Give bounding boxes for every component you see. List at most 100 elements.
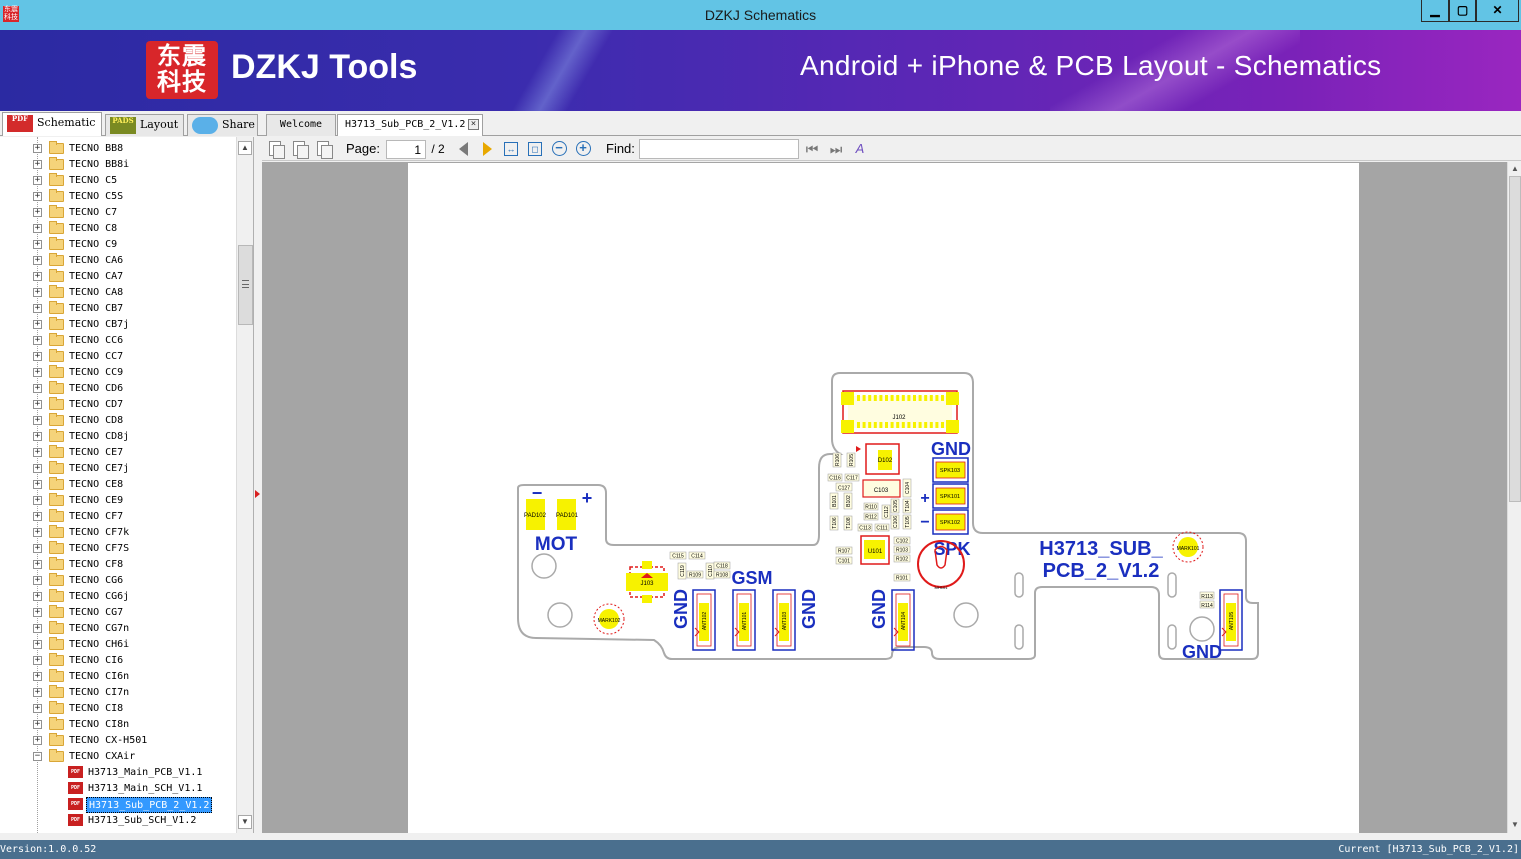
scrollbar-thumb[interactable] — [1509, 176, 1521, 502]
tree-folder-item[interactable]: + TECNO CG6 — [0, 573, 236, 589]
expand-icon[interactable]: + — [33, 736, 42, 745]
expand-icon[interactable]: + — [33, 288, 42, 297]
expand-icon[interactable]: + — [33, 656, 42, 665]
expand-icon[interactable]: + — [33, 208, 42, 217]
fit-page-icon[interactable]: ◻ — [526, 140, 544, 158]
previous-page-icon[interactable] — [454, 140, 472, 158]
close-tab-icon[interactable]: × — [468, 119, 479, 130]
collapse-arrow-icon[interactable] — [255, 490, 260, 498]
expand-icon[interactable]: + — [33, 256, 42, 265]
next-page-icon[interactable] — [478, 140, 496, 158]
tree-folder-item[interactable]: + TECNO CA6 — [0, 253, 236, 269]
tab-layout[interactable]: PADS Layout — [105, 114, 184, 136]
tree-folder-item[interactable]: + TECNO CG7 — [0, 605, 236, 621]
tree-folder-item[interactable]: + TECNO CF7k — [0, 525, 236, 541]
tree-folder-item[interactable]: + TECNO BB8 — [0, 141, 236, 157]
expand-icon[interactable]: + — [33, 352, 42, 361]
zoom-out-icon[interactable]: − — [550, 140, 568, 158]
tree-folder-item[interactable]: + TECNO CA7 — [0, 269, 236, 285]
tree-folder-item[interactable]: + TECNO C9 — [0, 237, 236, 253]
tree-folder-item[interactable]: + TECNO CE7j — [0, 461, 236, 477]
scroll-down-arrow-icon[interactable]: ▼ — [1509, 820, 1521, 830]
tab-share[interactable]: Share — [187, 114, 258, 136]
continuous-page-icon[interactable] — [314, 140, 333, 159]
expand-icon[interactable]: + — [33, 576, 42, 585]
find-previous-icon[interactable]: ⏮ — [803, 140, 821, 158]
expand-icon[interactable]: + — [33, 304, 42, 313]
tree-folder-item[interactable]: + TECNO CC9 — [0, 365, 236, 381]
tree-folder-item[interactable]: + TECNO CB7j — [0, 317, 236, 333]
expand-icon[interactable]: + — [33, 416, 42, 425]
tree-folder-item[interactable]: + TECNO CG6j — [0, 589, 236, 605]
doc-tab-current[interactable]: H3713_Sub_PCB_2_V1.2 × — [337, 114, 483, 136]
tree-file-item[interactable]: PDF H3713_Sub_SCH_V1.2 — [0, 813, 236, 829]
tree-folder-item[interactable]: + TECNO CD8j — [0, 429, 236, 445]
expand-icon[interactable]: + — [33, 144, 42, 153]
expand-icon[interactable]: + — [33, 528, 42, 537]
doc-tab-welcome[interactable]: Welcome — [266, 114, 336, 136]
expand-icon[interactable]: + — [33, 704, 42, 713]
tree-folder-item[interactable]: + TECNO CI8 — [0, 701, 236, 717]
tree-folder-item[interactable]: + TECNO CI6n — [0, 669, 236, 685]
expand-icon[interactable]: + — [33, 544, 42, 553]
single-page-icon[interactable] — [266, 140, 285, 159]
expand-icon[interactable]: + — [33, 464, 42, 473]
expand-icon[interactable]: + — [33, 384, 42, 393]
expand-icon[interactable]: + — [33, 512, 42, 521]
expand-icon[interactable]: + — [33, 192, 42, 201]
tree-folder-item[interactable]: + TECNO CG7n — [0, 621, 236, 637]
tree-folder-item[interactable]: + TECNO CF7 — [0, 509, 236, 525]
expand-icon[interactable]: + — [33, 480, 42, 489]
find-next-icon[interactable]: ⏭ — [827, 140, 845, 158]
expand-icon[interactable]: + — [33, 592, 42, 601]
expand-icon[interactable]: + — [33, 624, 42, 633]
scroll-down-arrow-icon[interactable]: ▼ — [238, 815, 252, 829]
tree-folder-item[interactable]: + TECNO CA8 — [0, 285, 236, 301]
tree-folder-item[interactable]: + TECNO C5S — [0, 189, 236, 205]
expand-icon[interactable]: + — [33, 640, 42, 649]
scroll-up-arrow-icon[interactable]: ▲ — [238, 141, 252, 155]
close-button[interactable]: ✕ — [1476, 0, 1519, 22]
tree-file-item[interactable]: PDF H3713_Main_PCB_V1.1 — [0, 765, 236, 781]
expand-icon[interactable]: + — [33, 672, 42, 681]
fit-width-icon[interactable]: ↔ — [502, 140, 520, 158]
tree-folder-item[interactable]: + TECNO CI6 — [0, 653, 236, 669]
collapse-icon[interactable]: − — [33, 752, 42, 761]
find-input[interactable] — [639, 139, 799, 159]
tree-folder-item[interactable]: + TECNO CD6 — [0, 381, 236, 397]
tree-file-item[interactable]: PDF H3713_Main_SCH_V1.1 — [0, 781, 236, 797]
expand-icon[interactable]: + — [33, 240, 42, 249]
expand-icon[interactable]: + — [33, 608, 42, 617]
tree-folder-item[interactable]: + TECNO CC6 — [0, 333, 236, 349]
panel-splitter[interactable] — [254, 137, 262, 833]
viewer-scrollbar[interactable]: ▲ ▼ — [1507, 162, 1521, 833]
tree-folder-item[interactable]: + TECNO CE8 — [0, 477, 236, 493]
tree-folder-item[interactable]: + TECNO C7 — [0, 205, 236, 221]
tree-folder-item[interactable]: + TECNO CF8 — [0, 557, 236, 573]
tree-folder-item[interactable]: + TECNO CB7 — [0, 301, 236, 317]
expand-icon[interactable]: + — [33, 336, 42, 345]
highlight-text-icon[interactable]: A — [851, 140, 869, 158]
tree-folder-item[interactable]: + TECNO C5 — [0, 173, 236, 189]
tree-folder-item[interactable]: + TECNO CC7 — [0, 349, 236, 365]
tree-folder-item-expanded[interactable]: − TECNO CXAir — [0, 749, 236, 765]
expand-icon[interactable]: + — [33, 496, 42, 505]
tree-file-item[interactable]: PDF H3713_Sub_PCB_2_V1.2 — [0, 797, 236, 813]
expand-icon[interactable]: + — [33, 320, 42, 329]
tree-folder-item[interactable]: + TECNO CI8n — [0, 717, 236, 733]
tree-folder-item[interactable]: + TECNO CD7 — [0, 397, 236, 413]
expand-icon[interactable]: + — [33, 224, 42, 233]
expand-icon[interactable]: + — [33, 688, 42, 697]
scroll-up-arrow-icon[interactable]: ▲ — [1509, 164, 1521, 174]
expand-icon[interactable]: + — [33, 448, 42, 457]
scrollbar-thumb[interactable] — [238, 245, 253, 325]
tree-folder-item[interactable]: + TECNO C8 — [0, 221, 236, 237]
expand-icon[interactable]: + — [33, 432, 42, 441]
tree-folder-item[interactable]: + TECNO CE7 — [0, 445, 236, 461]
expand-icon[interactable]: + — [33, 400, 42, 409]
expand-icon[interactable]: + — [33, 368, 42, 377]
tree-folder-item[interactable]: + TECNO BB8i — [0, 157, 236, 173]
tree-folder-item[interactable]: + TECNO CH6i — [0, 637, 236, 653]
document-viewer[interactable]: J102 D102 C103 R106 R105 C116 C117 C127 B101 B… — [262, 162, 1507, 833]
tree-folder-item[interactable]: + TECNO CI7n — [0, 685, 236, 701]
